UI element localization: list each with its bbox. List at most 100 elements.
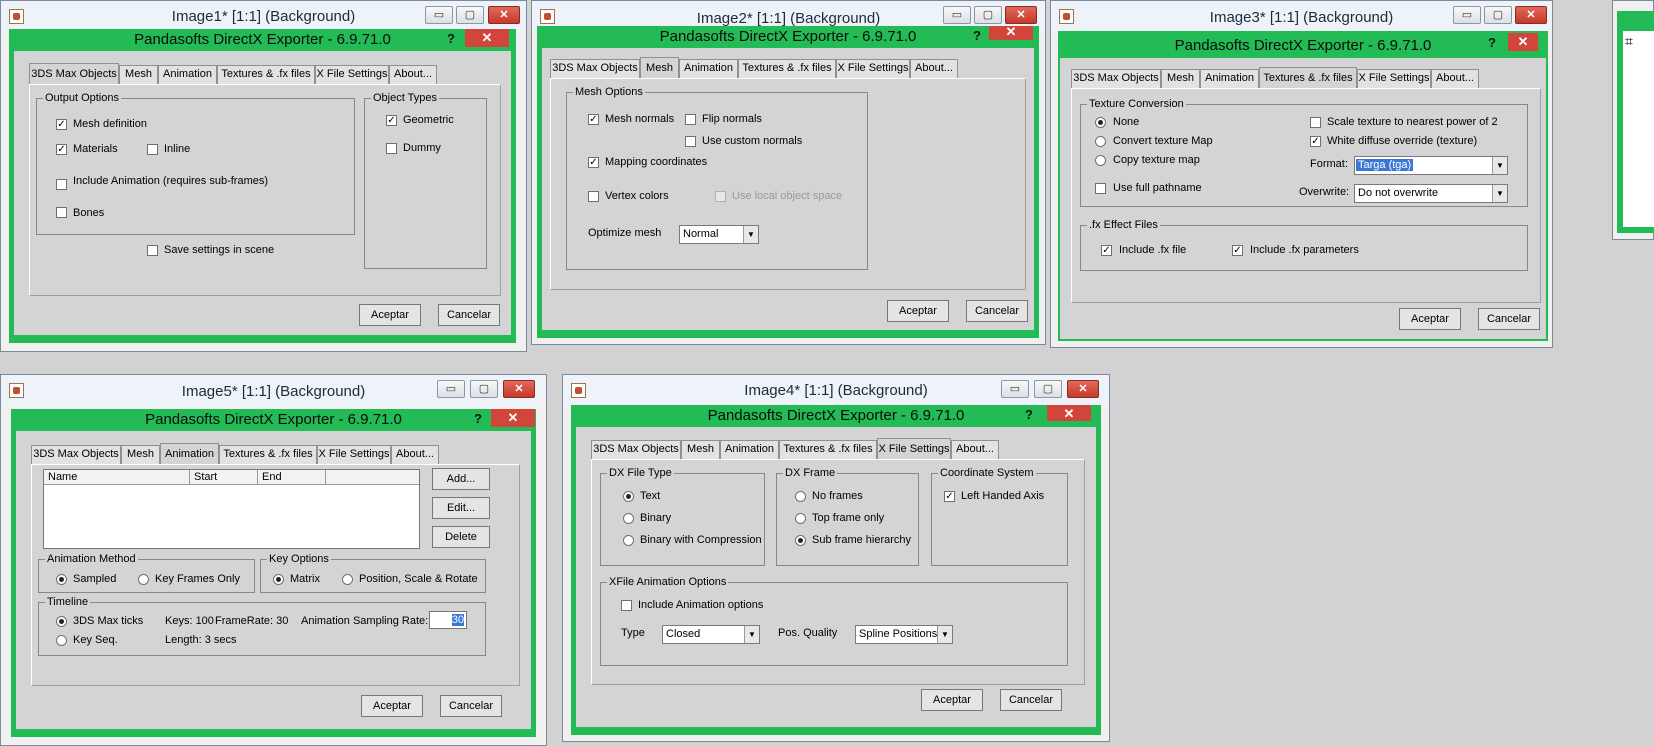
white-diffuse-checkbox[interactable]: ✓ [1310,136,1321,147]
tab-about[interactable]: About... [1431,69,1479,88]
tab-x-file-settings[interactable]: X File Settings [877,438,951,460]
maximize-button[interactable]: ▢ [470,380,498,398]
tab-x-file-settings[interactable]: X File Settings [1357,69,1431,88]
tab-textures[interactable]: Textures & .fx files [738,59,836,78]
use-full-pathname-checkbox[interactable] [1095,183,1106,194]
cancel-button[interactable]: Cancelar [1000,689,1062,711]
maximize-button[interactable]: ▢ [974,6,1002,24]
accept-button[interactable]: Aceptar [361,695,423,717]
accept-button[interactable]: Aceptar [921,689,983,711]
tab-about[interactable]: About... [389,65,437,84]
minimize-button[interactable]: ▭ [943,6,971,24]
include-fx-file-checkbox[interactable]: ✓ [1101,245,1112,256]
tab-mesh[interactable]: Mesh [119,65,158,84]
materials-checkbox[interactable]: ✓ [56,144,67,155]
maximize-button[interactable]: ▢ [1034,380,1062,398]
animation-list[interactable]: Name Start End [43,469,420,549]
maximize-button[interactable]: ▢ [456,6,484,24]
tab-animation[interactable]: Animation [160,443,219,465]
column-header-name[interactable]: Name [44,470,190,485]
image3-titlebar[interactable]: Image3* [1:1] (Background) ▭ ▢ ✕ [1051,1,1552,33]
left-handed-axis-checkbox[interactable]: ✓ [944,491,955,502]
minimize-button[interactable]: ▭ [425,6,453,24]
no-frames-radio[interactable] [795,491,806,502]
close-button[interactable]: ✕ [503,380,535,398]
minimize-button[interactable]: ▭ [1453,6,1481,24]
geometric-checkbox[interactable]: ✓ [386,115,397,126]
tab-textures[interactable]: Textures & .fx files [217,65,315,84]
tab-3ds-max-objects[interactable]: 3DS Max Objects [31,445,121,464]
help-icon[interactable]: ? [1025,407,1033,422]
mesh-normals-checkbox[interactable]: ✓ [588,114,599,125]
cancel-button[interactable]: Cancelar [440,695,502,717]
add-button[interactable]: Add... [432,468,490,490]
tab-3ds-max-objects[interactable]: 3DS Max Objects [1071,69,1161,88]
cancel-button[interactable]: Cancelar [1478,308,1540,330]
overwrite-dropdown[interactable]: Do not overwrite ▼ [1354,184,1508,203]
accept-button[interactable]: Aceptar [1399,308,1461,330]
dialog-close-icon[interactable]: ✕ [989,25,1033,40]
tab-mesh[interactable]: Mesh [121,445,160,464]
binary-radio[interactable] [623,513,634,524]
tab-mesh[interactable]: Mesh [640,57,679,79]
close-button[interactable]: ✕ [1067,380,1099,398]
pos-quality-dropdown[interactable]: Spline Positions ▼ [855,625,953,644]
minimize-button[interactable]: ▭ [437,380,465,398]
tab-x-file-settings[interactable]: X File Settings [317,445,391,464]
close-button[interactable]: ✕ [1005,6,1037,24]
tab-textures[interactable]: Textures & .fx files [1259,67,1357,89]
flip-normals-checkbox[interactable] [685,114,696,125]
dummy-checkbox[interactable] [386,143,397,154]
mapping-coordinates-checkbox[interactable]: ✓ [588,157,599,168]
include-fx-params-checkbox[interactable]: ✓ [1232,245,1243,256]
include-anim-options-checkbox[interactable] [621,600,632,611]
binary-compression-radio[interactable] [623,535,634,546]
tab-textures[interactable]: Textures & .fx files [219,445,317,464]
tab-animation[interactable]: Animation [1200,69,1259,88]
max-ticks-radio[interactable] [56,616,67,627]
dialog-close-icon[interactable]: ✕ [1508,33,1538,51]
dialog-close-icon[interactable]: ✕ [491,409,535,427]
cancel-button[interactable]: Cancelar [966,300,1028,322]
maximize-button[interactable]: ▢ [1484,6,1512,24]
sampling-rate-input[interactable]: 30 [429,611,467,629]
image5-titlebar[interactable]: Image5* [1:1] (Background) ▭ ▢ ✕ [1,375,546,407]
dialog-close-icon[interactable]: ✕ [465,29,509,47]
column-header-extra[interactable] [326,470,419,485]
tab-3ds-max-objects[interactable]: 3DS Max Objects [591,440,681,459]
none-radio[interactable] [1095,117,1106,128]
tab-3ds-max-objects[interactable]: 3DS Max Objects [29,63,119,85]
accept-button[interactable]: Aceptar [887,300,949,322]
use-custom-normals-checkbox[interactable] [685,136,696,147]
tab-about[interactable]: About... [391,445,439,464]
save-settings-checkbox[interactable] [147,245,158,256]
sampled-radio[interactable] [56,574,67,585]
tab-x-file-settings[interactable]: X File Settings [836,59,910,78]
vertex-colors-checkbox[interactable] [588,191,599,202]
tab-x-file-settings[interactable]: X File Settings [315,65,389,84]
column-header-start[interactable]: Start [190,470,258,485]
include-animation-checkbox[interactable] [56,179,67,190]
tab-about[interactable]: About... [910,59,958,78]
delete-button[interactable]: Delete [432,526,490,548]
help-icon[interactable]: ? [1488,35,1496,50]
pos-scale-rotate-radio[interactable] [342,574,353,585]
inline-checkbox[interactable] [147,144,158,155]
key-seq-radio[interactable] [56,635,67,646]
copy-texture-map-radio[interactable] [1095,155,1106,166]
image4-titlebar[interactable]: Image4* [1:1] (Background) ▭ ▢ ✕ [563,375,1109,407]
tab-animation[interactable]: Animation [679,59,738,78]
dialog-close-icon[interactable]: ✕ [1047,405,1091,421]
scale-texture-checkbox[interactable] [1310,117,1321,128]
optimize-mesh-dropdown[interactable]: Normal ▼ [679,225,759,244]
tab-animation[interactable]: Animation [720,440,779,459]
tab-mesh[interactable]: Mesh [1161,69,1200,88]
key-frames-only-radio[interactable] [138,574,149,585]
close-button[interactable]: ✕ [1515,6,1547,24]
tab-animation[interactable]: Animation [158,65,217,84]
help-icon[interactable]: ? [474,411,482,426]
mesh-definition-checkbox[interactable]: ✓ [56,119,67,130]
type-dropdown[interactable]: Closed ▼ [662,625,760,644]
convert-texture-map-radio[interactable] [1095,136,1106,147]
tab-about[interactable]: About... [951,440,999,459]
